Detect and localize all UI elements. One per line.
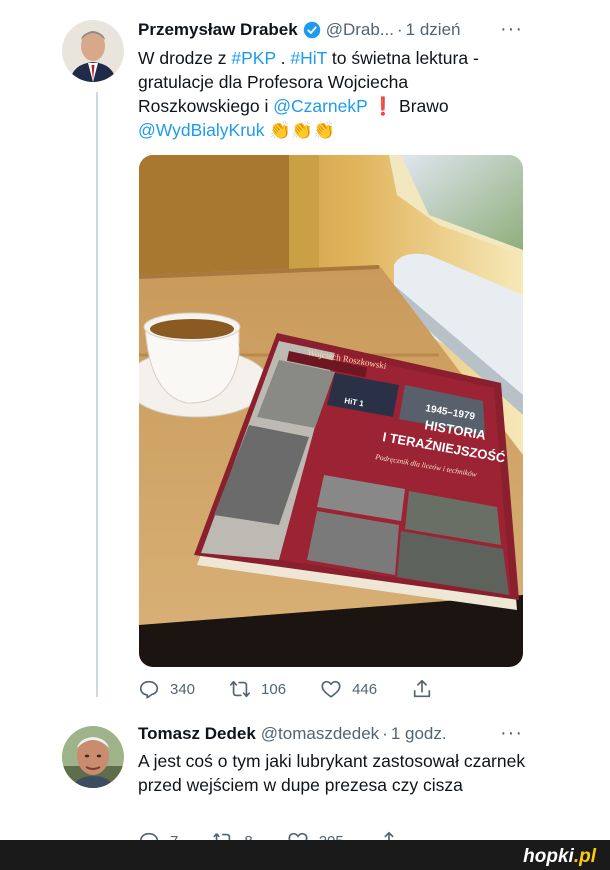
reply-icon — [139, 680, 159, 699]
logo-suffix: .pl — [573, 846, 596, 867]
like-button[interactable]: 446 — [320, 678, 377, 700]
exclamation-emoji: ❗ — [372, 96, 395, 116]
tweet-header: Przemysław Drabek @Drab... · 1 dzień — [138, 20, 460, 40]
retweet-button[interactable]: 106 — [229, 678, 286, 700]
thread-line — [96, 92, 98, 697]
retweet-count: 106 — [261, 680, 287, 698]
tweet-actions: 340 106 446 — [138, 678, 477, 700]
reply-count: 340 — [170, 680, 196, 698]
mention-czarnekp[interactable]: @CzarnekP — [273, 96, 367, 116]
photo-illustration: Wojciech Roszkowski HiT 1 1945–1979 HIST… — [139, 155, 523, 667]
more-options-icon[interactable]: ··· — [500, 722, 523, 745]
text-part: Brawo — [394, 96, 449, 116]
share-icon — [413, 679, 431, 698]
more-options-icon[interactable]: ··· — [500, 18, 523, 41]
site-logo[interactable]: hopki.pl — [523, 846, 596, 868]
author-handle[interactable]: @Drab... — [326, 20, 394, 40]
timestamp[interactable]: 1 dzień — [406, 20, 461, 40]
logo-text: hopki — [523, 846, 574, 867]
mention-wydbialykruk[interactable]: @WydBialyKruk — [138, 120, 265, 140]
watermark-bar: hopki.pl — [0, 840, 610, 870]
hashtag-hit[interactable]: #HiT — [290, 48, 327, 68]
reply-button[interactable]: 340 — [138, 678, 195, 700]
share-button[interactable] — [411, 678, 443, 700]
retweet-icon — [230, 680, 251, 698]
tweet-photo[interactable]: Wojciech Roszkowski HiT 1 1945–1979 HIST… — [139, 155, 523, 667]
separator-dot: · — [382, 724, 388, 743]
text-part: W drodze z — [138, 48, 232, 68]
like-count: 446 — [352, 680, 378, 698]
avatar-drabek[interactable] — [62, 20, 124, 82]
verified-icon — [303, 21, 320, 39]
author-handle[interactable]: @tomaszdedek — [261, 724, 379, 744]
timestamp[interactable]: 1 godz. — [391, 724, 447, 744]
like-icon — [321, 680, 341, 698]
tweet-text: A jest coś o tym jaki lubrykant zastosow… — [138, 751, 526, 795]
text-part: . — [275, 48, 291, 68]
clap-emoji: 👏👏👏 — [269, 120, 335, 140]
tweet-text: W drodze z #PKP . #HiT to świetna lektur… — [138, 46, 533, 142]
separator-dot: · — [396, 20, 403, 39]
author-name[interactable]: Tomasz Dedek — [138, 724, 256, 744]
tweet-header: Tomasz Dedek @tomaszdedek · 1 godz. — [138, 724, 447, 744]
author-name[interactable]: Przemysław Drabek — [138, 20, 298, 40]
hashtag-pkp[interactable]: #PKP — [231, 48, 275, 68]
avatar-dedek[interactable] — [62, 726, 124, 788]
